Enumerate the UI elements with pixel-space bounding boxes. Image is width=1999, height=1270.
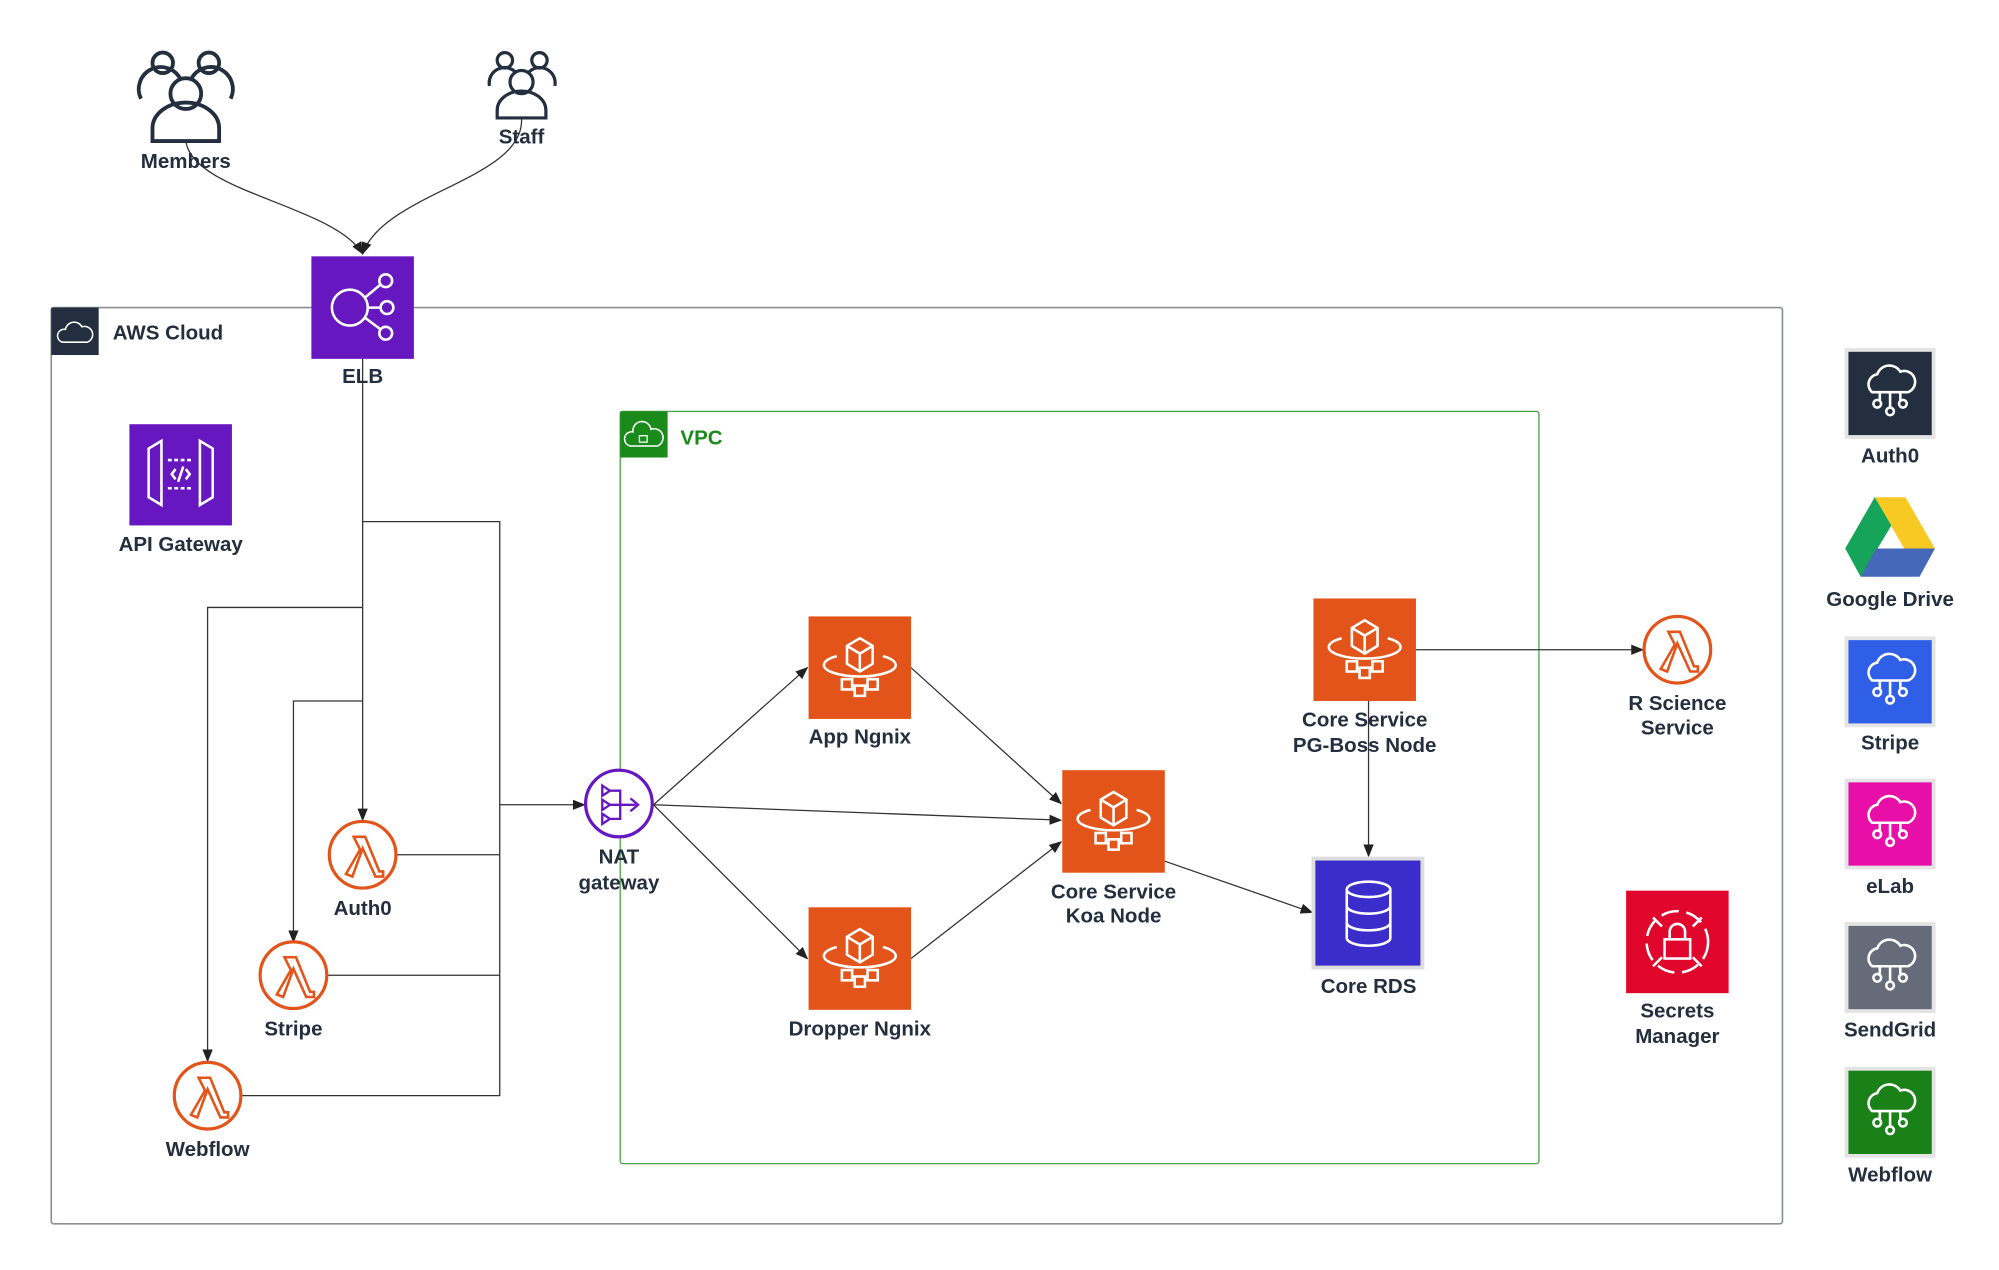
r-science-service-node[interactable]: R Science Service bbox=[1628, 614, 1726, 739]
core-service-pgboss-node[interactable]: Core Service PG-Boss Node bbox=[1293, 598, 1437, 757]
nat-label-line2: gateway bbox=[578, 871, 659, 894]
members-label: Members bbox=[141, 150, 231, 173]
app-ngnix-label: App Ngnix bbox=[809, 725, 912, 748]
users-icon bbox=[487, 50, 557, 120]
core-rds-node[interactable]: Core RDS bbox=[1311, 856, 1425, 999]
secrets-label-line1: Secrets bbox=[1640, 1000, 1714, 1023]
dropper-ngnix-label: Dropper Ngnix bbox=[789, 1017, 932, 1040]
lambda-stripe-node[interactable]: Stripe bbox=[258, 940, 329, 1041]
lambda-icon bbox=[258, 940, 329, 1011]
external-label: SendGrid bbox=[1844, 1019, 1936, 1042]
core-service-koa-node[interactable]: Core Service Koa Node bbox=[1051, 770, 1176, 928]
core-rds-label: Core RDS bbox=[1321, 975, 1417, 998]
rscience-label-line2: Service bbox=[1641, 716, 1714, 739]
rscience-label-line1: R Science bbox=[1628, 692, 1726, 715]
aws-cloud-label: AWS Cloud bbox=[113, 322, 223, 345]
pgboss-label-line1: Core Service bbox=[1302, 709, 1427, 732]
staff-label: Staff bbox=[499, 126, 545, 149]
elb-label: ELB bbox=[342, 365, 383, 388]
lambda-stripe-label: Stripe bbox=[264, 1017, 322, 1040]
lambda-auth0-node[interactable]: Auth0 bbox=[327, 819, 398, 920]
nat-gateway-node[interactable]: NAT gateway bbox=[578, 768, 660, 894]
cloud-lock-icon bbox=[620, 411, 668, 458]
members-actor[interactable]: Members bbox=[136, 50, 235, 173]
lambda-webflow-node[interactable]: Webflow bbox=[166, 1060, 250, 1161]
google-drive-icon bbox=[1845, 497, 1935, 577]
koa-label-line2: Koa Node bbox=[1066, 905, 1162, 928]
lambda-icon bbox=[1642, 614, 1713, 685]
secrets-manager-node[interactable]: Secrets Manager bbox=[1626, 890, 1729, 1048]
pgboss-label-line2: PG-Boss Node bbox=[1293, 734, 1437, 757]
external-label: Auth0 bbox=[1861, 445, 1919, 468]
lambda-icon bbox=[327, 819, 398, 890]
external-label: Google Drive bbox=[1826, 588, 1954, 611]
vpc-label: VPC bbox=[680, 427, 722, 450]
elb-node[interactable]: ELB bbox=[311, 256, 414, 388]
lambda-webflow-label: Webflow bbox=[166, 1138, 250, 1161]
external-google-drive[interactable]: Google Drive bbox=[1826, 497, 1954, 611]
external-label: eLab bbox=[1866, 875, 1914, 898]
app-ngnix-node[interactable]: App Ngnix bbox=[808, 616, 912, 748]
api-gateway-label: API Gateway bbox=[119, 533, 244, 556]
users-icon bbox=[136, 50, 235, 143]
external-label: Stripe bbox=[1861, 732, 1919, 755]
architecture-diagram: AWS Cloud VPC Members Staff ELB API Gate… bbox=[50, 50, 1954, 1225]
external-stripe[interactable]: Stripe bbox=[1844, 636, 1936, 755]
external-webflow[interactable]: Webflow bbox=[1844, 1066, 1936, 1187]
koa-label-line1: Core Service bbox=[1051, 880, 1176, 903]
nat-label-line1: NAT bbox=[599, 846, 640, 869]
external-label: Webflow bbox=[1848, 1164, 1932, 1187]
api-gateway-node[interactable]: API Gateway bbox=[119, 424, 244, 556]
external-auth0[interactable]: Auth0 bbox=[1844, 347, 1936, 468]
external-sendgrid[interactable]: SendGrid bbox=[1844, 922, 1936, 1042]
nat-gateway-icon bbox=[584, 768, 654, 839]
secrets-label-line2: Manager bbox=[1635, 1025, 1719, 1048]
lambda-auth0-label: Auth0 bbox=[334, 897, 392, 920]
aws-cloud-group: AWS Cloud bbox=[50, 306, 1784, 1225]
external-elab[interactable]: eLab bbox=[1844, 778, 1936, 898]
lambda-icon bbox=[172, 1060, 243, 1131]
dropper-ngnix-node[interactable]: Dropper Ngnix bbox=[789, 907, 932, 1040]
staff-actor[interactable]: Staff bbox=[487, 50, 557, 149]
